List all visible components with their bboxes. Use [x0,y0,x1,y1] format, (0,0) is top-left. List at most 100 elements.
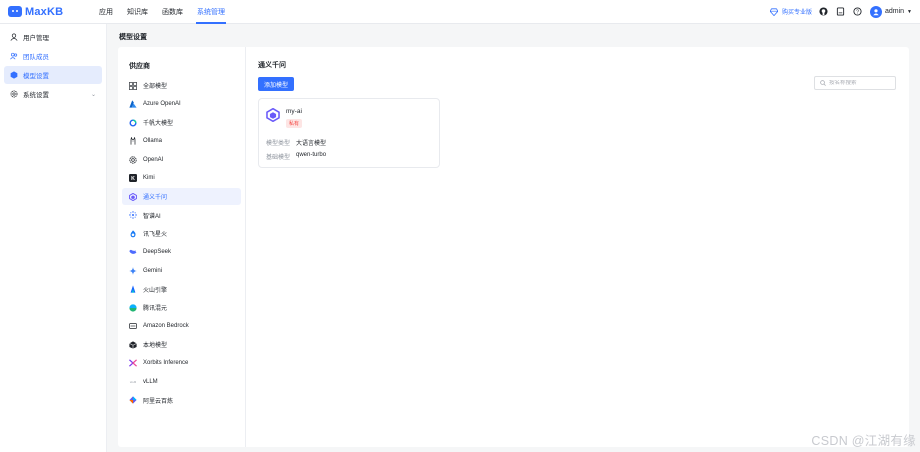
sidebar-item-label: 用户管理 [23,35,49,42]
base-model-label: 基础模型 [266,155,291,161]
base-model-row: 基础模型 qwen-turbo [266,152,326,161]
model-card[interactable]: my-ai 私有 模型类型 大语言模型 基础模型 qwen-turbo [258,98,440,168]
watermark: CSDN @江湖有缘 [811,434,916,448]
model-panel: 供应商 全部模型 Azure OpenAI 千帆大模型 Ollama OpenA… [118,47,909,447]
provider-label: 千帆大模型 [143,121,174,127]
svg-text:vLLM: vLLM [130,380,136,384]
chevron-down-icon: ▼ [907,8,912,15]
model-icon [10,71,18,79]
help-icon[interactable]: ? [853,7,863,17]
provider-item-tongyi[interactable]: 通义千问 [122,188,241,205]
nav-knowledge[interactable]: 知识库 [120,0,155,24]
provider-item-amazon-bedrock[interactable]: Amazon Bedrock [122,318,241,335]
provider-label: 全部模型 [143,84,168,90]
provider-item-qianfan[interactable]: 千帆大模型 [122,114,241,131]
top-right-actions: 购买专业版 ? admin ▼ [769,5,912,18]
provider-label: 通义千问 [143,195,168,201]
provider-label: Xorbits Inference [143,360,189,366]
provider-label: Amazon Bedrock [143,323,189,329]
provider-item-ollama[interactable]: Ollama [122,133,241,150]
svg-text:?: ? [856,9,859,15]
upgrade-link[interactable]: 购买专业版 [769,7,812,17]
provider-label: Kimi [143,175,155,181]
top-nav: 应用 知识库 函数库 系统管理 [92,0,232,24]
provider-label: OpenAI [143,156,164,163]
add-model-button[interactable]: 添加模型 [258,77,295,91]
user-menu[interactable]: admin ▼ [869,5,912,18]
provider-item-all[interactable]: 全部模型 [122,77,241,94]
bailian-icon [129,396,137,404]
logo-icon [8,6,22,17]
app-logo[interactable]: MaxKB [8,6,78,18]
model-name: my-ai [286,108,302,115]
deepseek-icon [129,248,137,256]
provider-item-volcano[interactable]: 火山引擎 [122,281,241,298]
search-icon [820,80,826,86]
sidebar-item-system-settings[interactable]: 系统设置 ⌄ [4,85,102,103]
sidebar-item-users[interactable]: 用户管理 [4,28,102,46]
local-model-icon [129,340,137,349]
logo-text: MaxKB [25,5,64,18]
chevron-down-icon: ⌄ [90,91,96,98]
provider-item-xorbits[interactable]: Xorbits Inference [122,355,241,372]
provider-item-gemini[interactable]: Gemini [122,262,241,279]
azure-icon [129,100,137,108]
sidebar-item-label: 模型设置 [23,73,49,80]
provider-item-deepseek[interactable]: DeepSeek [122,244,241,261]
provider-label: Gemini [143,267,163,274]
github-icon[interactable] [819,7,829,17]
provider-label: 阿里云百炼 [143,398,174,405]
nav-system-management[interactable]: 系统管理 [190,0,232,24]
nav-functions[interactable]: 函数库 [155,0,190,24]
provider-item-xunfei[interactable]: 讯飞星火 [122,225,241,242]
model-type-row: 模型类型 大语言模型 [266,138,326,147]
model-type-label: 模型类型 [266,141,291,147]
base-model-value: qwen-turbo [296,152,327,158]
nav-apps[interactable]: 应用 [92,0,120,24]
provider-item-vllm[interactable]: vLLM vLLM [122,373,241,390]
page-title: 模型设置 [119,34,147,41]
provider-item-hunyuan[interactable]: 腾讯混元 [122,299,241,316]
xunfei-icon [129,229,137,238]
diamond-icon [769,7,779,17]
document-icon[interactable] [836,7,846,17]
status-badge: 私有 [286,119,303,128]
provider-item-local-model[interactable]: 本地模型 [122,336,241,353]
sidebar-item-model-settings[interactable]: 模型设置 [4,66,102,84]
provider-list: 供应商 全部模型 Azure OpenAI 千帆大模型 Ollama OpenA… [118,47,246,447]
sidebar-item-team[interactable]: 团队成员 [4,47,102,65]
avatar [869,5,882,18]
model-type-value: 大语言模型 [296,141,327,147]
bedrock-icon [129,322,137,330]
provider-item-openai[interactable]: OpenAI [122,151,241,168]
content-area: 模型设置 供应商 全部模型 Azure OpenAI 千帆大模型 Ollama [107,24,920,452]
user-icon [10,33,18,41]
kimi-icon: K [129,174,137,182]
provider-item-bailian[interactable]: 阿里云百炼 [122,392,241,409]
gemini-icon [129,266,137,275]
search-input[interactable] [829,80,895,86]
provider-item-kimi[interactable]: K Kimi [122,170,241,187]
provider-label: 腾讯混元 [143,306,168,312]
provider-title: 通义千问 [258,62,286,69]
provider-label: Ollama [143,138,163,144]
team-icon [10,52,18,60]
provider-label: 讯飞星火 [143,232,168,238]
openai-icon [129,155,137,164]
gear-icon [10,90,18,98]
provider-item-zhipu[interactable]: 智谱AI [122,207,241,224]
tongyi-icon [266,107,280,123]
provider-list-title: 供应商 [129,63,150,70]
model-list-area: 通义千问 添加模型 my-ai 私有 模型类型 大语言模型 基础 [246,47,909,447]
grid-icon [129,81,137,90]
provider-item-azure-openai[interactable]: Azure OpenAI [122,96,241,113]
upgrade-label: 购买专业版 [781,10,812,16]
provider-label: DeepSeek [143,249,172,255]
sidebar-item-label: 团队成员 [23,54,49,61]
zhipu-icon [129,211,137,219]
provider-label: 火山引擎 [143,287,168,294]
xorbits-icon [129,359,137,367]
provider-label: vLLM [143,378,158,385]
sidebar: 用户管理 团队成员 模型设置 系统设置 ⌄ [0,24,107,452]
provider-label: Azure OpenAI [143,101,181,107]
